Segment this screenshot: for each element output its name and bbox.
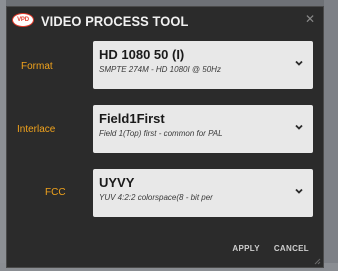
chevron-down-icon <box>295 188 303 194</box>
resize-grip-icon[interactable] <box>313 257 321 265</box>
logo-text: VPD <box>17 17 29 23</box>
dialog-actions: APPLY CANCEL <box>232 244 309 253</box>
app-logo-icon: VPD <box>12 13 34 27</box>
fcc-label: FCC <box>45 187 66 198</box>
fcc-value: UYVY <box>99 175 135 190</box>
cancel-button[interactable]: CANCEL <box>274 244 309 253</box>
format-description: SMPTE 274M - HD 1080I @ 50Hz <box>99 65 221 74</box>
format-label: Format <box>21 61 53 72</box>
chevron-down-icon <box>295 60 303 66</box>
format-value: HD 1080 50 (I) <box>99 47 185 62</box>
interlace-select[interactable]: Field1First Field 1(Top) first - common … <box>93 105 313 153</box>
fcc-description: YUV 4:2:2 colorspace(8 - bit per <box>99 193 213 202</box>
title-bar: VPD VIDEO PROCESS TOOL ✕ <box>7 7 323 35</box>
chevron-down-icon <box>295 124 303 130</box>
video-process-dialog: VPD VIDEO PROCESS TOOL ✕ Format HD 1080 … <box>6 6 324 268</box>
dialog-title: VIDEO PROCESS TOOL <box>41 13 189 29</box>
fcc-select[interactable]: UYVY YUV 4:2:2 colorspace(8 - bit per <box>93 169 313 217</box>
interlace-description: Field 1(Top) first - common for PAL <box>99 129 223 138</box>
interlace-label: Interlace <box>17 124 56 135</box>
interlace-value: Field1First <box>99 111 165 126</box>
background-right <box>324 0 338 271</box>
apply-button[interactable]: APPLY <box>232 244 259 253</box>
format-select[interactable]: HD 1080 50 (I) SMPTE 274M - HD 1080I @ 5… <box>93 41 313 89</box>
close-icon[interactable]: ✕ <box>303 12 317 26</box>
